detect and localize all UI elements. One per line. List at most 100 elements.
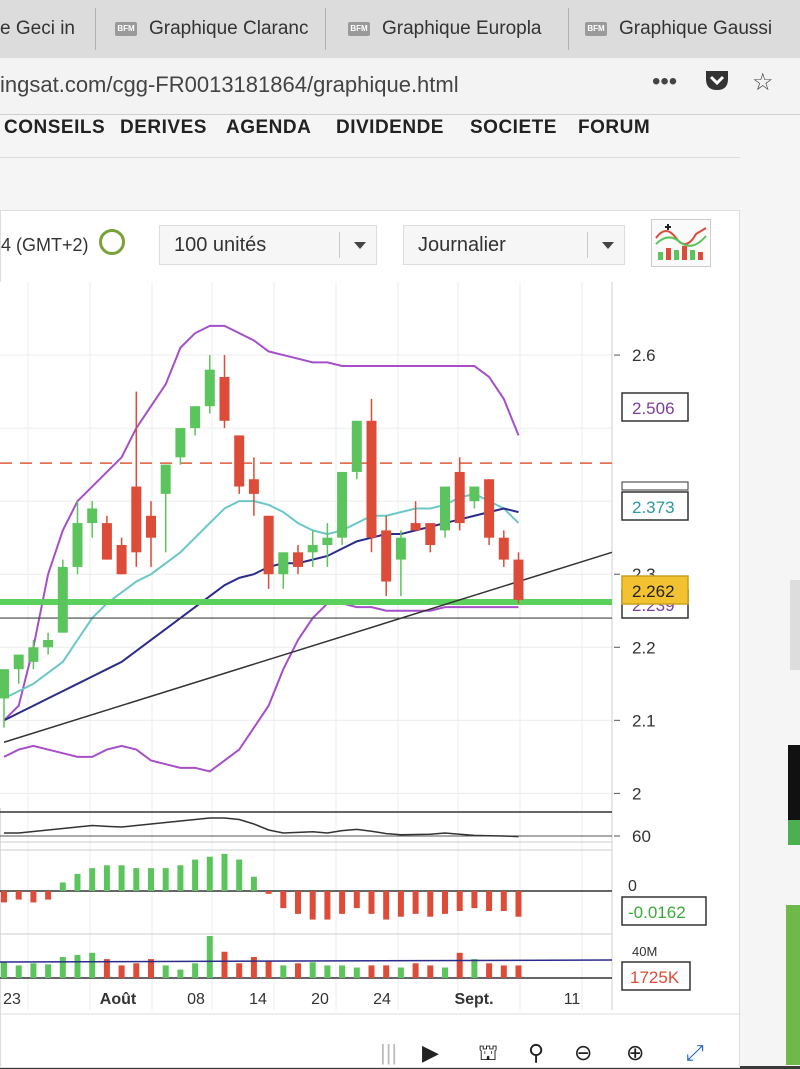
x-tick-label: 11 xyxy=(564,991,581,1008)
volume-bar xyxy=(368,965,375,978)
macd-bar xyxy=(206,856,213,891)
macd-bar xyxy=(339,891,346,914)
volume-bar xyxy=(15,965,22,978)
macd-bar xyxy=(368,891,375,914)
candle xyxy=(513,559,524,600)
volume-bar xyxy=(383,965,390,978)
x-tick-label: 14 xyxy=(249,991,267,1008)
macd-bar xyxy=(456,891,463,911)
macd-bar xyxy=(500,891,507,911)
volume-bar xyxy=(309,962,316,978)
macd-bar xyxy=(412,891,419,914)
volume-bar xyxy=(412,963,419,978)
volume-bar xyxy=(192,963,199,978)
screen-edge xyxy=(786,905,800,1065)
volume-bar xyxy=(236,963,243,978)
macd-bar xyxy=(30,891,37,903)
candle xyxy=(57,566,68,633)
macd-bar xyxy=(74,873,81,891)
macd-bar xyxy=(471,891,478,909)
candle xyxy=(410,523,421,531)
volume-bar xyxy=(59,957,66,978)
hidden-tag xyxy=(621,481,689,491)
screen-edge xyxy=(788,820,800,845)
candle xyxy=(440,486,450,531)
macd-bar xyxy=(295,891,301,914)
candle xyxy=(293,552,303,567)
volume-bar xyxy=(500,965,507,978)
candle xyxy=(160,464,171,494)
macd-bar xyxy=(309,891,316,920)
macd-bar xyxy=(265,891,272,894)
candle xyxy=(131,486,142,553)
volume-bar xyxy=(45,964,52,978)
macd-bar xyxy=(15,891,22,900)
volume-bar xyxy=(456,952,463,978)
x-tick-label: Sept. xyxy=(454,991,493,1008)
candle xyxy=(204,369,215,407)
volume-bar xyxy=(30,963,37,978)
candle xyxy=(0,669,9,699)
volume-bar xyxy=(74,954,81,978)
volume-bar xyxy=(397,967,404,978)
macd-bar xyxy=(103,865,110,891)
volume-bar xyxy=(486,963,493,978)
volume-bar xyxy=(162,965,169,978)
candle xyxy=(101,523,112,560)
candle xyxy=(307,545,318,553)
price-chart[interactable]: 22.12.22.32.62.5062.3732.2392.262600-0.0… xyxy=(0,0,800,1066)
macd-bar xyxy=(177,865,184,891)
macd-bar xyxy=(383,891,390,920)
candle xyxy=(337,471,348,538)
candle xyxy=(263,515,274,575)
y-tick-label: 2.2 xyxy=(632,638,656,657)
chart-type-icon[interactable]: ⛫ xyxy=(478,1040,498,1069)
macd-bar xyxy=(442,891,448,914)
candle xyxy=(381,530,392,582)
candle xyxy=(425,523,436,545)
macd-bar xyxy=(162,868,169,891)
candle xyxy=(87,508,98,524)
volume-bar xyxy=(442,967,448,978)
volume-bar xyxy=(515,965,522,978)
play-icon[interactable]: ▶ xyxy=(422,1040,439,1066)
scroll-handle-icon[interactable]: ||| xyxy=(380,1040,397,1066)
volume-value-tag: 1725K xyxy=(630,968,680,987)
zoom-in-icon[interactable]: ⊕ xyxy=(626,1040,644,1066)
candle xyxy=(248,479,259,494)
upper-band-tag: 2.506 xyxy=(632,399,675,418)
volume-bar xyxy=(221,951,228,978)
x-tick-label: 24 xyxy=(373,991,391,1008)
volume-bar xyxy=(206,936,213,978)
volume-bar xyxy=(339,965,346,978)
screen-edge xyxy=(790,580,800,670)
macd-bar xyxy=(59,882,66,891)
y-tick-label: 2.1 xyxy=(632,711,656,730)
macd-bar xyxy=(89,868,96,891)
volume-bar xyxy=(1,962,7,978)
volume-bar xyxy=(265,961,272,978)
macd-tick-label: 0 xyxy=(628,878,637,895)
x-tick-label: 08 xyxy=(187,991,205,1008)
macd-bar xyxy=(148,868,154,891)
candle xyxy=(190,406,201,429)
candle xyxy=(175,428,186,458)
candle xyxy=(13,654,24,670)
macd-bar xyxy=(397,891,404,917)
macd-bar xyxy=(515,891,522,917)
macd-bar xyxy=(221,853,228,891)
fullscreen-icon[interactable]: ⤢ xyxy=(686,1040,704,1066)
oscillator-tick-label: 60 xyxy=(632,827,651,846)
candle xyxy=(28,647,39,662)
macd-bar xyxy=(353,891,360,909)
y-tick-label: 2.6 xyxy=(632,346,656,365)
volume-bar xyxy=(133,963,140,978)
candle xyxy=(469,486,480,502)
volume-tick-label: 40M xyxy=(632,944,657,959)
x-tick-label: Août xyxy=(100,991,137,1008)
macd-bar xyxy=(192,859,199,891)
candle xyxy=(498,537,509,560)
candle xyxy=(43,639,54,648)
zoom-fit-icon[interactable]: ⚲ xyxy=(528,1040,544,1066)
zoom-out-icon[interactable]: ⊖ xyxy=(574,1040,592,1066)
